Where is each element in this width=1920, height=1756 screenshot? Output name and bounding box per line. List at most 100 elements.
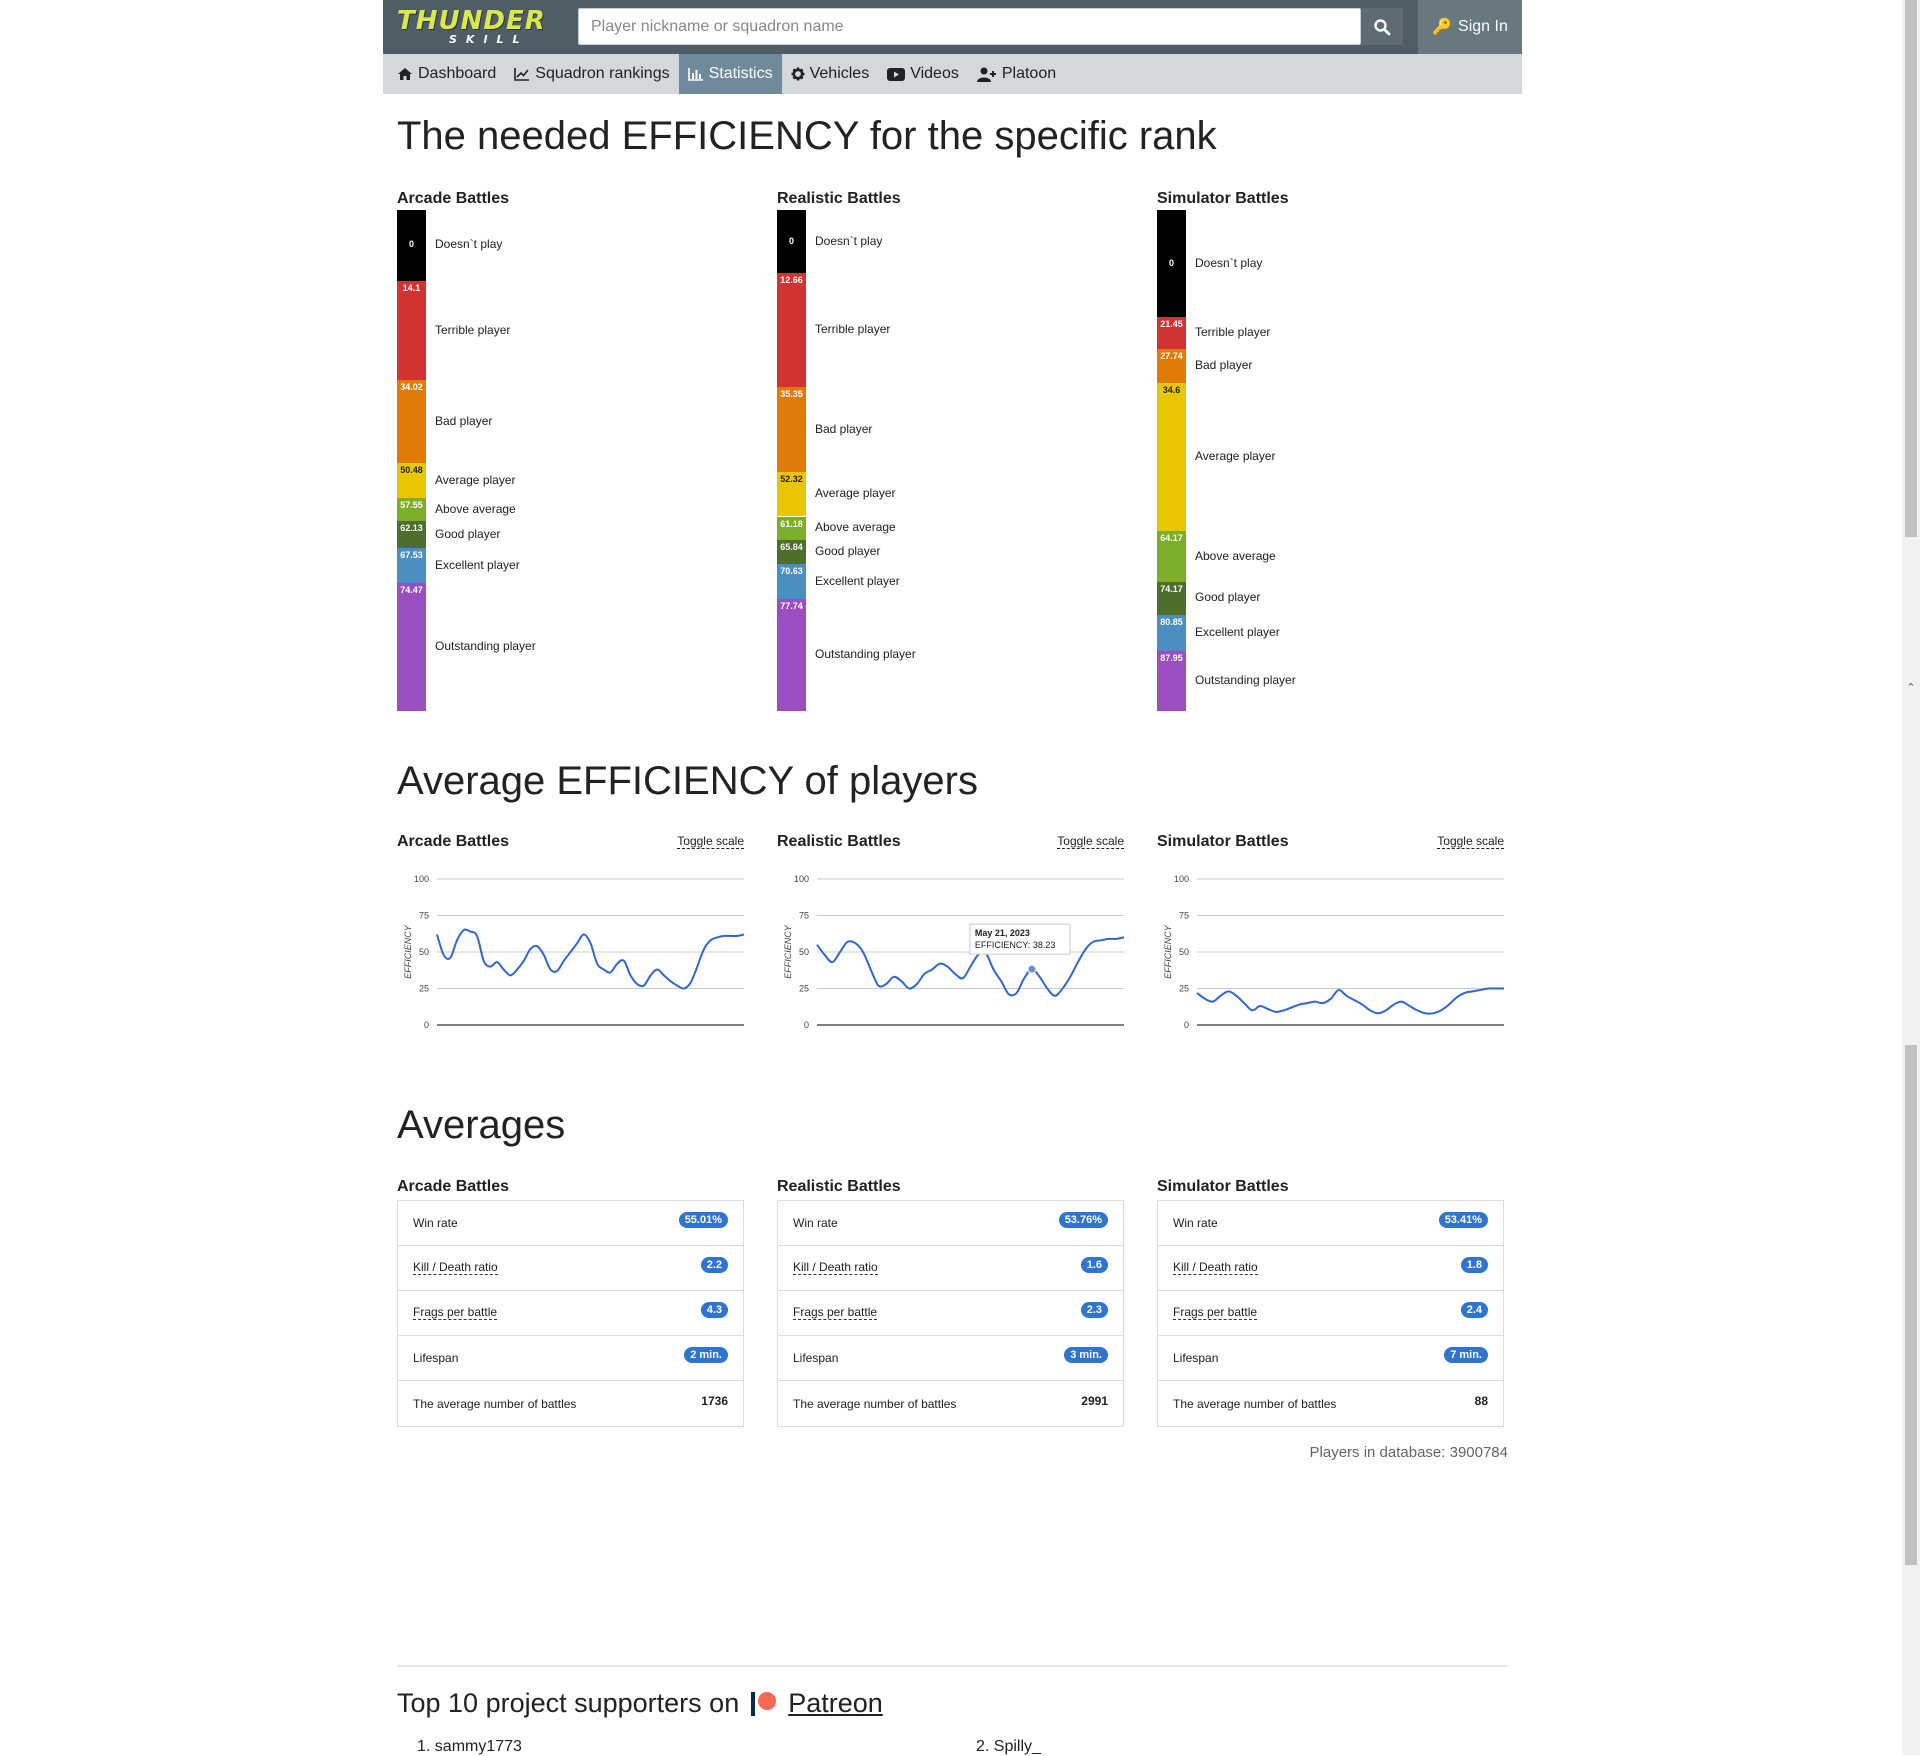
y-tick-label: 0 [424,1020,429,1030]
rank-label: Terrible player [815,322,891,337]
averages-row-label[interactable]: Kill / Death ratio [793,1261,878,1275]
rank-threshold-value: 0 [408,239,414,250]
patreon-link[interactable]: Patreon [788,1688,883,1719]
rank-threshold-value: 57.55 [400,500,423,511]
rank-label: Outstanding player [815,647,916,662]
rank-column-title: Simulator Battles [1157,190,1289,207]
ranks-section-title: The needed EFFICIENCY for the specific r… [397,114,1217,158]
averages-row: Kill / Death ratio 2.2 [398,1246,743,1291]
nav-platoon[interactable]: Platoon [968,54,1065,94]
y-tick-label: 100 [1174,874,1189,884]
scrollbar-thumb-lower[interactable] [1905,1045,1917,1565]
averages-row-label: Win rate [413,1216,458,1230]
scroll-up-icon[interactable]: ⌃ [1902,681,1920,694]
rank-segment: 74.17 [1157,581,1186,616]
y-tick-label: 75 [799,911,809,921]
chart-tooltip: May 21, 2023 EFFICIENCY: 38.23 [969,923,1071,955]
averages-row-label[interactable]: Frags per battle [413,1306,498,1320]
rank-label: Average player [815,486,896,501]
search-box [578,8,1361,45]
averages-row-label[interactable]: Kill / Death ratio [1173,1261,1258,1275]
averages-row-label[interactable]: Kill / Death ratio [413,1261,498,1275]
value-text: 88 [1474,1393,1488,1408]
value-badge: 4.3 [700,1302,728,1318]
rank-segment: 67.53 [397,548,426,584]
scrollbar-thumb-upper[interactable] [1905,0,1917,537]
rank-segment: 61.18 [777,516,806,540]
averages-row: Frags per battle 2.3 [778,1291,1123,1336]
rank-threshold-value: 65.84 [780,541,803,552]
toggle-scale-button[interactable]: Toggle scale [1437,835,1504,849]
y-tick-label: 25 [799,984,809,994]
nav-videos[interactable]: Videos [878,54,968,94]
averages-row-label: Win rate [1173,1216,1218,1230]
rank-threshold-value: 87.95 [1160,652,1183,663]
nav-statistics[interactable]: Statistics [678,54,782,94]
rank-segment: 12.66 [777,273,806,388]
rank-threshold-value: 27.74 [1160,350,1183,361]
page-scrollbar[interactable]: ⌃ [1902,0,1920,1755]
rank-label: Outstanding player [435,639,536,654]
rank-label: Average player [1195,449,1276,464]
averages-row: Win rate 53.76% [778,1201,1123,1246]
efficiency-line-chart[interactable]: 0 25 50 75 100 EFFICIENCY May 21, 2023 EFFICIEN… [777,861,1132,1051]
logo-text-primary: THUNDER [397,6,546,36]
rank-label: Good player [815,543,881,558]
averages-row-label[interactable]: Frags per battle [793,1306,878,1320]
toggle-scale-button[interactable]: Toggle scale [677,835,744,849]
sign-in-button[interactable]: 🔑 Sign In [1418,0,1522,54]
rank-label: Doesn`t play [815,233,883,248]
patreon-heading: Top 10 project supporters on Patreon [397,1688,883,1719]
line-chart-icon [514,68,530,81]
averages-section-title: Averages [397,1103,566,1147]
rank-label: Good player [1195,590,1261,605]
search-button[interactable] [1361,8,1403,45]
rank-segment: 21.45 [1157,317,1186,349]
averages-column-title: Simulator Battles [1157,1178,1289,1195]
rank-segment: 35.35 [777,387,806,473]
averages-column-title: Realistic Battles [777,1178,901,1195]
supporter-item[interactable]: 1. sammy1773 [417,1738,522,1756]
nav-label: Squadron rankings [535,65,670,82]
averages-row-label[interactable]: Frags per battle [1173,1306,1258,1320]
series-line [436,928,745,990]
averages-row: Win rate 53.41% [1158,1201,1503,1246]
rank-label: Bad player [435,413,493,428]
averages-row: Kill / Death ratio 1.6 [778,1246,1123,1291]
rank-label: Terrible player [1195,325,1271,340]
efficiency-line-chart[interactable]: 0 25 50 75 100 EFFICIENCY [1157,861,1512,1051]
averages-table: Win rate 53.41% Kill / Death ratio 1.8 Frags… [1157,1200,1504,1427]
rank-label: Outstanding player [1195,672,1296,687]
key-icon: 🔑 [1432,19,1453,36]
rank-segment: 64.17 [1157,531,1186,582]
averages-row: The average number of battles 88 [1158,1381,1503,1426]
rank-label: Bad player [1195,358,1253,373]
efficiency-line-chart[interactable]: 0 25 50 75 100 EFFICIENCY [397,861,752,1051]
averages-column-title: Arcade Battles [397,1178,510,1195]
tooltip-date: May 21, 2023 [975,928,1030,938]
value-badge: 53.76% [1058,1212,1108,1228]
rank-label: Excellent player [1195,624,1280,639]
nav-dashboard[interactable]: Dashboard [397,54,505,94]
search-input[interactable] [579,9,1360,44]
y-tick-label: 100 [414,874,429,884]
toggle-scale-button[interactable]: Toggle scale [1057,835,1124,849]
thunderskill-logo[interactable]: THUNDER SKILL [383,0,573,54]
players-in-database: Players in database: 3900784 [1309,1444,1508,1461]
value-badge: 53.41% [1438,1212,1488,1228]
averages-table: Win rate 55.01% Kill / Death ratio 2.2 Frags… [397,1200,744,1427]
rank-label: Doesn`t play [1195,255,1263,270]
nav-vehicles[interactable]: Vehicles [782,54,879,94]
supporter-item[interactable]: 2. Spilly_ [976,1738,1041,1756]
rank-segment: 52.32 [777,472,806,517]
rank-segment: 14.1 [397,280,426,381]
y-axis-label: EFFICIENCY [1163,924,1173,979]
rank-segment: 0 [397,210,426,281]
averages-row: Kill / Death ratio 1.8 [1158,1246,1503,1291]
value-text: 2991 [1081,1393,1108,1408]
nav-squadron-rankings[interactable]: Squadron rankings [505,54,678,94]
rank-label: Above average [815,520,896,535]
rank-segment: 62.13 [397,521,426,549]
value-badge: 2.4 [1460,1302,1488,1318]
patreon-logo-icon [751,1691,777,1716]
